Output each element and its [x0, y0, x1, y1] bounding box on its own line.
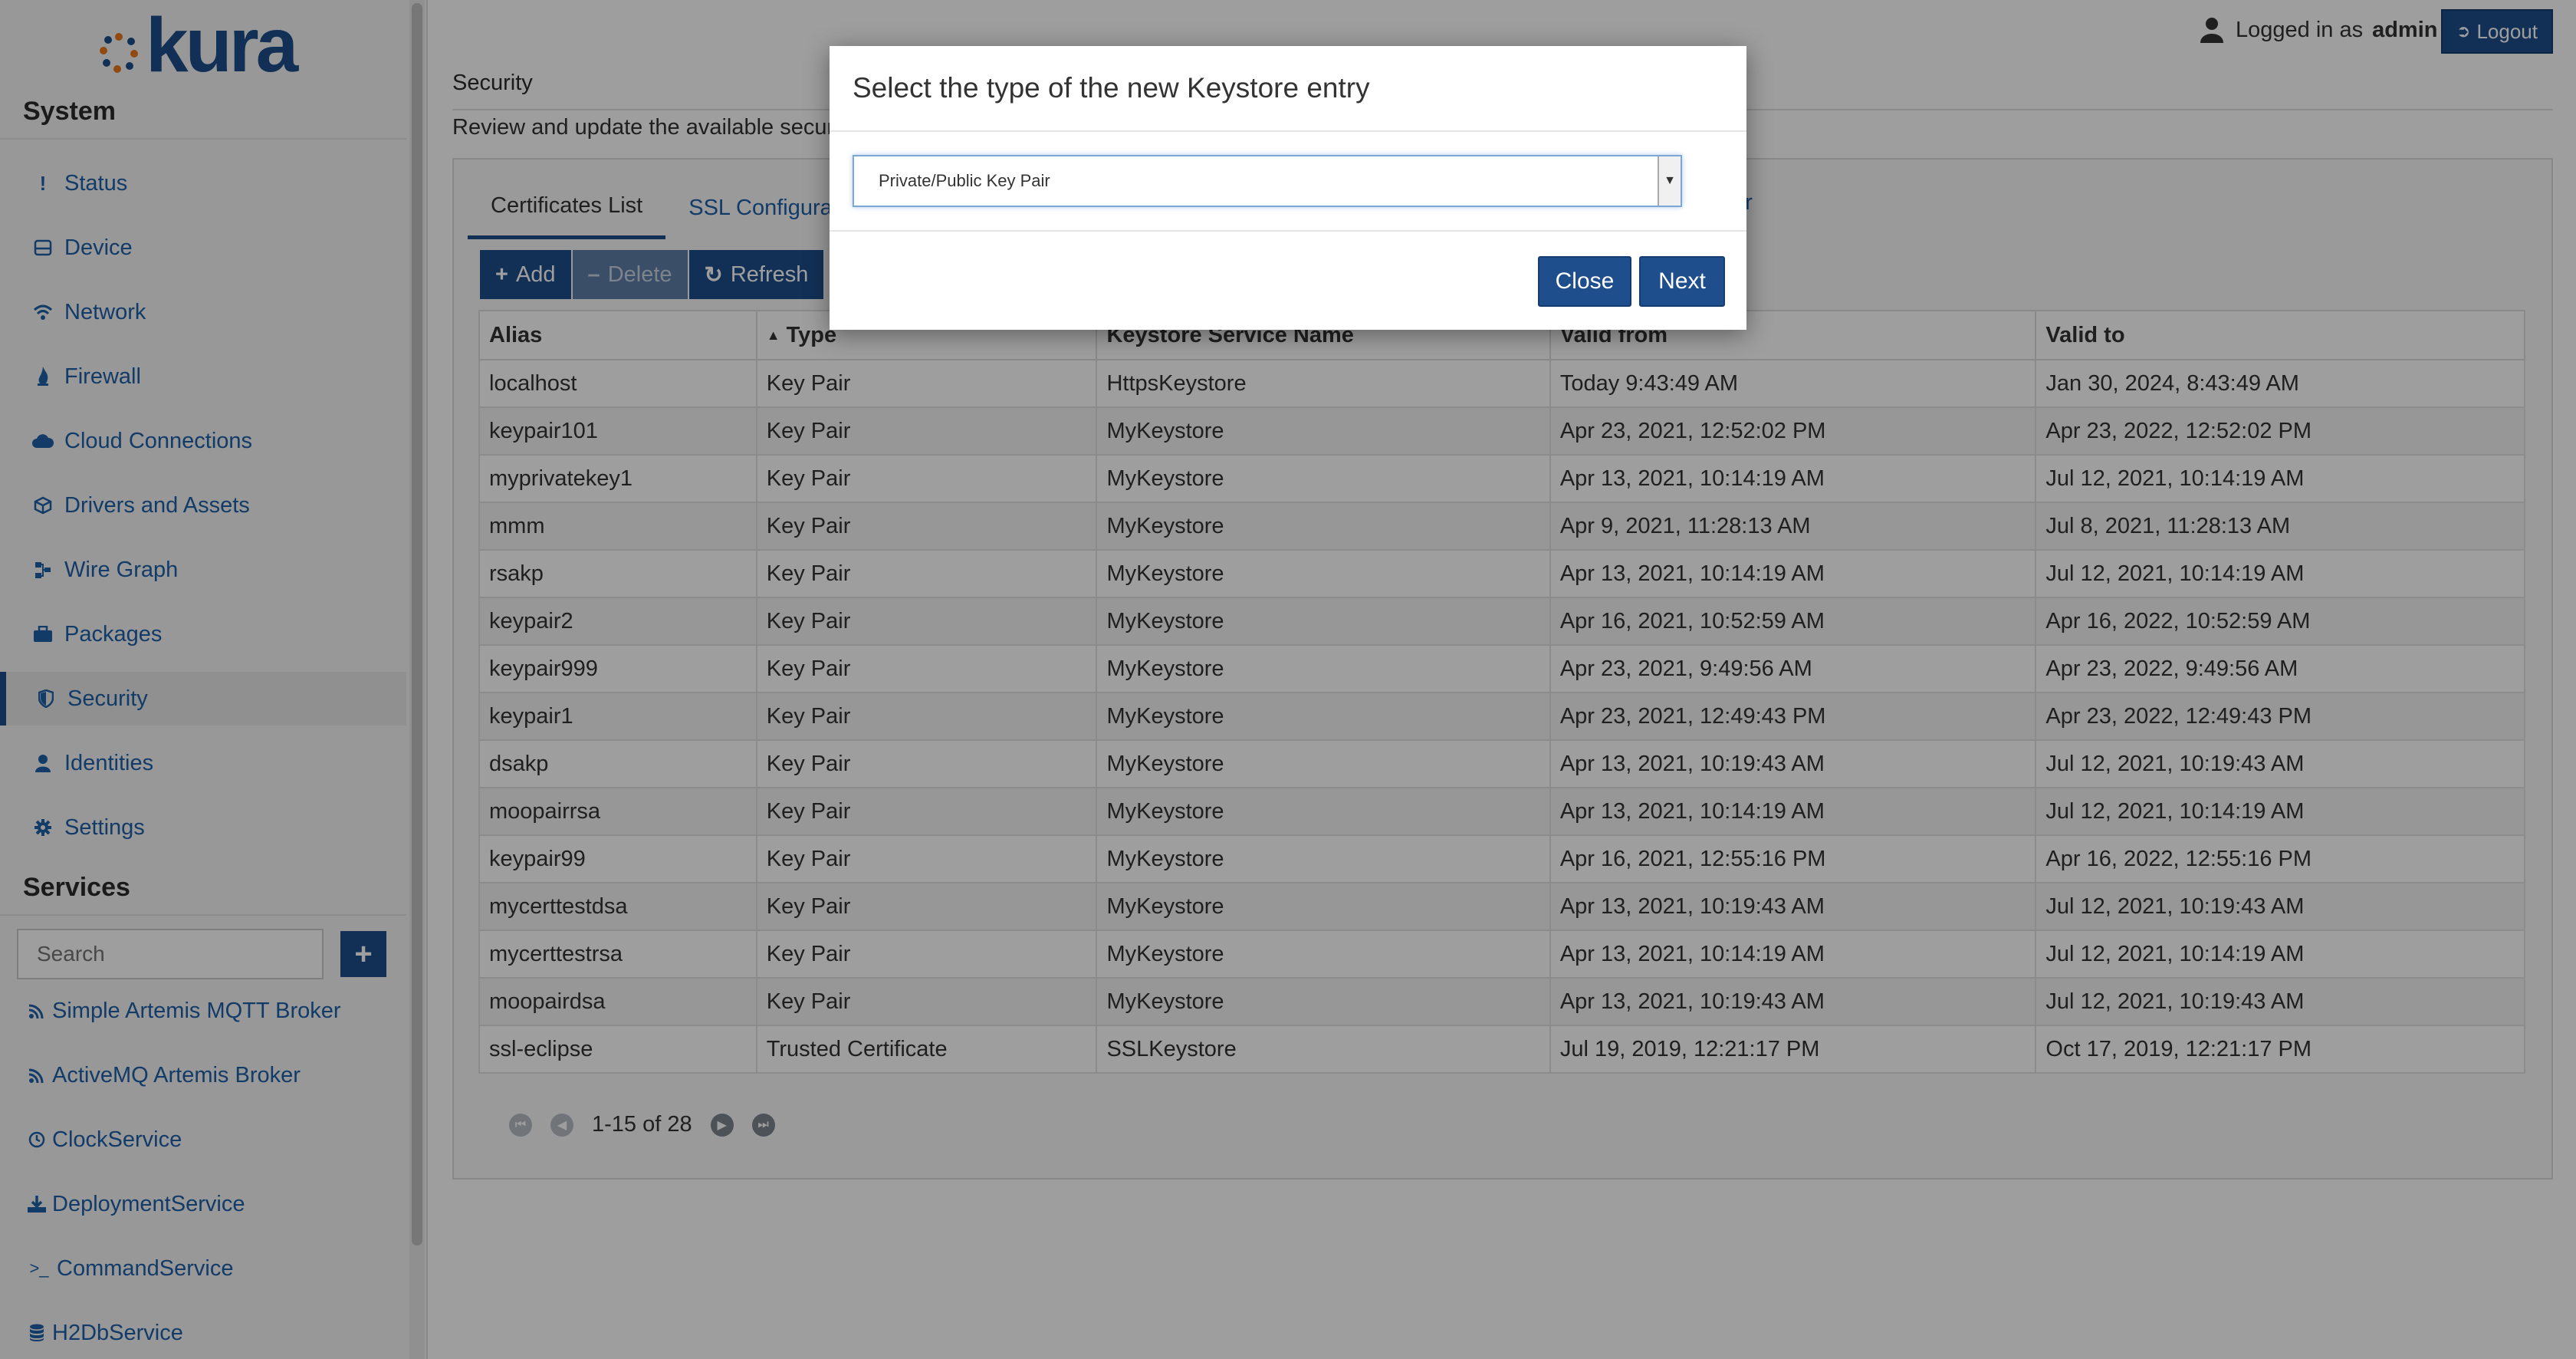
close-button[interactable]: Close — [1538, 256, 1631, 307]
divider — [830, 130, 1746, 132]
entry-type-select[interactable]: Private/Public Key Pair ▼ — [853, 155, 1682, 207]
chevron-down-icon[interactable]: ▼ — [1658, 156, 1681, 206]
next-button[interactable]: Next — [1639, 256, 1725, 307]
new-keystore-entry-dialog: Select the type of the new Keystore entr… — [830, 46, 1746, 330]
entry-type-selected-value: Private/Public Key Pair — [879, 171, 1050, 190]
divider — [830, 230, 1746, 232]
dialog-title: Select the type of the new Keystore entr… — [853, 72, 1370, 104]
